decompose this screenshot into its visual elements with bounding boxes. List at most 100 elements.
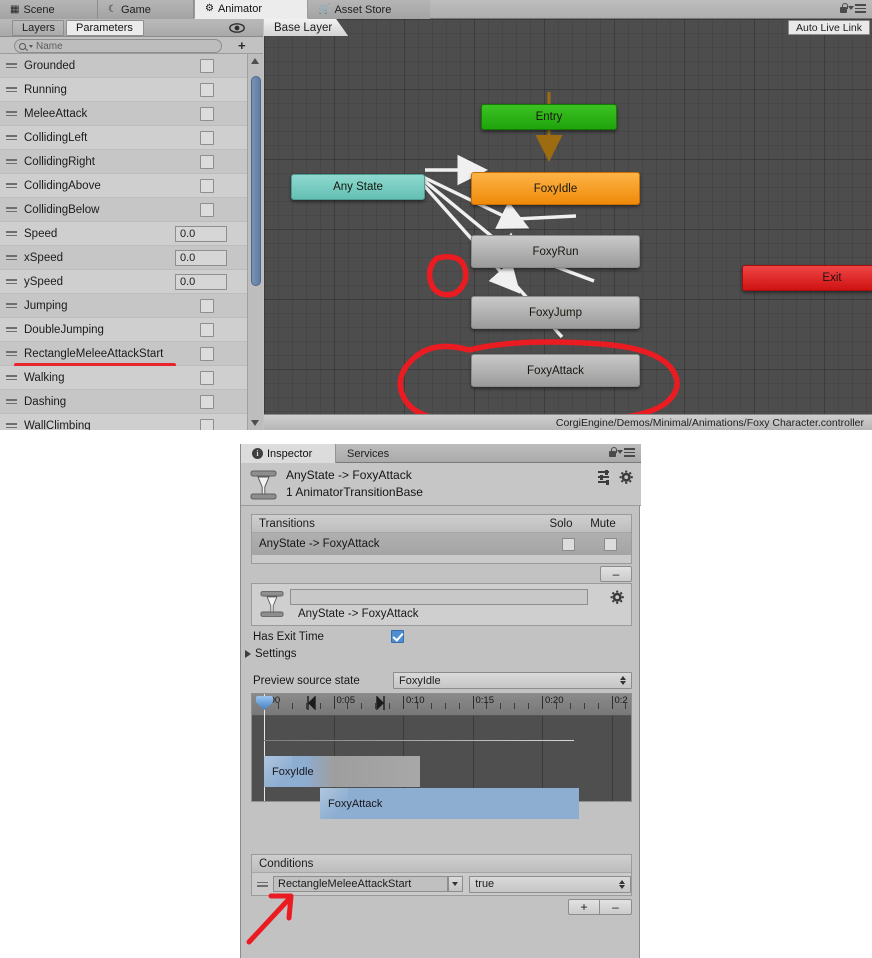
parameter-drag-handle[interactable]	[6, 231, 18, 236]
exit-time-handle-right[interactable]	[376, 696, 385, 710]
parameter-value-input[interactable]: 0.0	[175, 225, 227, 242]
condition-parameter-dropdown-arrow[interactable]	[447, 876, 464, 892]
parameter-row[interactable]: RectangleMeleeAttackStart	[0, 342, 247, 367]
lock-icon[interactable]	[608, 447, 617, 458]
parameter-value-checkbox[interactable]	[200, 346, 214, 361]
transition-name-input[interactable]	[290, 589, 588, 605]
parameter-row[interactable]: CollidingBelow	[0, 198, 247, 222]
tab-services[interactable]: Services	[336, 444, 418, 463]
parameter-row[interactable]: CollidingRight	[0, 150, 247, 174]
tab-inspector[interactable]: i Inspector	[241, 444, 336, 463]
tab-parameters[interactable]: Parameters	[66, 20, 144, 36]
parameter-value-checkbox[interactable]	[200, 394, 214, 409]
parameter-value-checkbox[interactable]	[200, 298, 214, 313]
eye-icon[interactable]	[229, 22, 245, 34]
mute-checkbox[interactable]	[603, 537, 617, 551]
parameter-value-checkbox[interactable]	[200, 106, 214, 121]
parameter-value-checkbox[interactable]	[200, 82, 214, 97]
parameter-row[interactable]: Dashing	[0, 390, 247, 414]
search-input[interactable]: Name	[14, 39, 222, 53]
preview-source-state-dropdown[interactable]: FoxyIdle	[393, 672, 632, 689]
timeline-clip-foxyidle[interactable]: FoxyIdle	[264, 756, 420, 787]
gear-icon[interactable]	[619, 470, 634, 485]
parameter-drag-handle[interactable]	[6, 351, 18, 356]
settings-foldout[interactable]: Settings	[245, 648, 297, 660]
graph-node-exit[interactable]: Exit	[742, 265, 872, 291]
parameter-row[interactable]: Walking	[0, 366, 247, 390]
animator-graph[interactable]: Base Layer Auto Live Link Entry Any Stat…	[264, 19, 872, 430]
parameter-drag-handle[interactable]	[6, 135, 18, 140]
tab-scene[interactable]: ▦ Scene	[0, 0, 98, 19]
parameter-value-checkbox[interactable]	[200, 322, 214, 337]
parameter-value-checkbox[interactable]	[200, 370, 214, 385]
parameter-row[interactable]: Running	[0, 78, 247, 102]
add-condition-button[interactable]: +	[568, 899, 600, 915]
parameter-row[interactable]: MeleeAttack	[0, 102, 247, 126]
parameter-value-checkbox[interactable]	[200, 202, 214, 217]
parameter-value-checkbox[interactable]	[200, 154, 214, 169]
hamburger-menu-icon[interactable]	[617, 448, 635, 457]
exit-time-handle-left[interactable]	[307, 696, 316, 710]
parameter-drag-handle[interactable]	[6, 159, 18, 164]
parameter-row[interactable]: Jumping	[0, 294, 247, 318]
parameter-drag-handle[interactable]	[6, 327, 18, 332]
parameter-value-input[interactable]: 0.0	[175, 273, 227, 290]
graph-node-entry[interactable]: Entry	[481, 104, 617, 130]
parameter-row[interactable]: CollidingAbove	[0, 174, 247, 198]
parameter-drag-handle[interactable]	[6, 183, 18, 188]
tab-asset-store[interactable]: 🛒 Asset Store	[308, 0, 430, 19]
parameter-value-checkbox[interactable]	[200, 130, 214, 145]
parameter-drag-handle[interactable]	[6, 87, 18, 92]
timeline-clip-foxyattack[interactable]: FoxyAttack	[320, 788, 579, 819]
parameter-row[interactable]: Grounded	[0, 54, 247, 78]
tab-animator[interactable]: ⚙ Animator	[194, 0, 308, 19]
parameter-row[interactable]: DoubleJumping	[0, 318, 247, 342]
remove-transition-button[interactable]: –	[600, 566, 632, 582]
condition-drag-handle[interactable]	[257, 881, 269, 887]
auto-live-link-button[interactable]: Auto Live Link	[788, 20, 870, 35]
scroll-up-arrow-icon[interactable]	[251, 58, 259, 64]
hamburger-menu-icon[interactable]	[848, 4, 866, 13]
graph-node-any-state[interactable]: Any State	[291, 174, 425, 200]
has-exit-time-checkbox[interactable]	[391, 630, 404, 643]
condition-parameter-dropdown[interactable]: RectangleMeleeAttackStart	[273, 876, 448, 892]
parameter-value-checkbox[interactable]	[200, 418, 214, 430]
parameter-row[interactable]: xSpeed 0.0	[0, 246, 247, 270]
remove-condition-button[interactable]: –	[600, 899, 632, 915]
parameter-row[interactable]: ySpeed 0.0	[0, 270, 247, 294]
parameter-drag-handle[interactable]	[6, 111, 18, 116]
transition-timeline[interactable]: :00 0:05 0:10 0:15 0:20 0:2 FoxyIdle FoxyAtta…	[251, 693, 632, 819]
scrollbar-thumb[interactable]	[251, 76, 261, 286]
tab-game[interactable]: ☾ Game	[98, 0, 194, 19]
parameter-row[interactable]: CollidingLeft	[0, 126, 247, 150]
parameter-drag-handle[interactable]	[6, 279, 18, 284]
graph-node-foxyattack[interactable]: FoxyAttack	[471, 354, 640, 387]
parameter-value-checkbox[interactable]	[200, 178, 214, 193]
parameter-row[interactable]: WallClimbing	[0, 414, 247, 430]
graph-node-foxyidle[interactable]: FoxyIdle	[471, 172, 640, 205]
parameter-drag-handle[interactable]	[6, 375, 18, 380]
parameter-drag-handle[interactable]	[6, 303, 18, 308]
parameter-row[interactable]: Speed 0.0	[0, 222, 247, 246]
presets-icon[interactable]	[598, 469, 612, 485]
parameter-list[interactable]: Grounded Running MeleeAttack CollidingLeft C…	[0, 54, 247, 430]
breadcrumb[interactable]: Base Layer	[264, 19, 348, 36]
lock-icon[interactable]	[839, 3, 848, 14]
solo-checkbox[interactable]	[561, 537, 575, 551]
parameter-value-input[interactable]: 0.0	[175, 249, 227, 266]
graph-node-foxyrun[interactable]: FoxyRun	[471, 235, 640, 268]
gear-icon[interactable]	[610, 590, 625, 605]
graph-node-foxyjump[interactable]: FoxyJump	[471, 296, 640, 329]
add-parameter-button[interactable]: +	[238, 39, 246, 52]
transition-row[interactable]: AnyState -> FoxyAttack	[252, 533, 631, 555]
tab-layers[interactable]: Layers	[12, 20, 64, 36]
condition-value-dropdown[interactable]: true	[469, 875, 631, 893]
parameter-value-checkbox[interactable]	[200, 58, 214, 73]
parameter-list-scrollbar[interactable]	[247, 54, 263, 430]
condition-row[interactable]: RectangleMeleeAttackStart true	[252, 873, 631, 895]
scroll-down-arrow-icon[interactable]	[251, 420, 259, 426]
parameter-drag-handle[interactable]	[6, 63, 18, 68]
parameter-drag-handle[interactable]	[6, 399, 18, 404]
parameter-drag-handle[interactable]	[6, 255, 18, 260]
parameter-drag-handle[interactable]	[6, 207, 18, 212]
